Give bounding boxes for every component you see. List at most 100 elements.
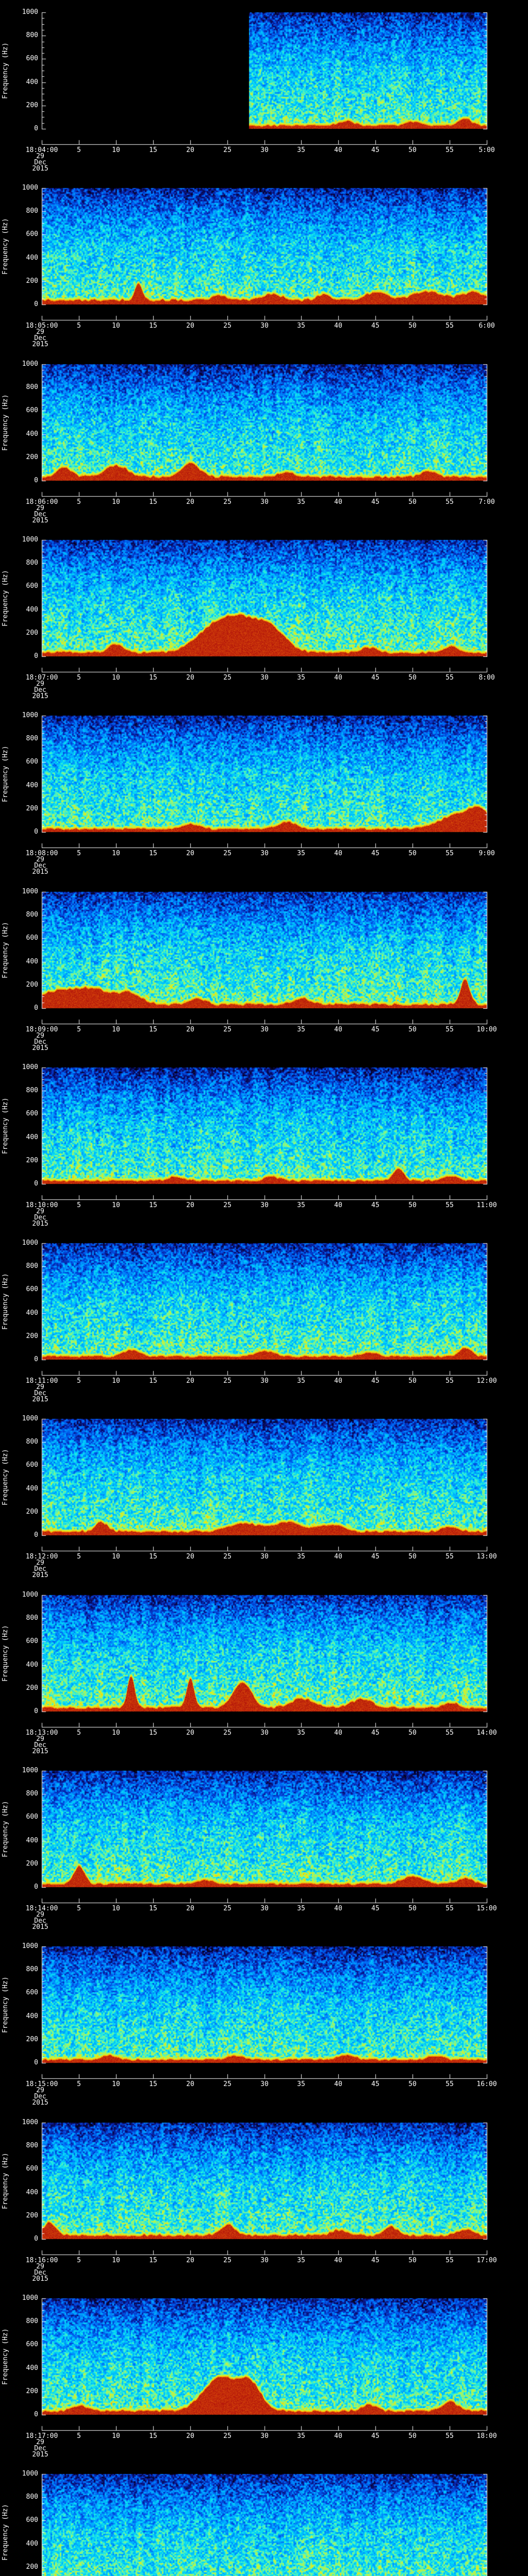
x-tick-label: 10 (112, 1201, 120, 1209)
x-tick-label: 40 (334, 498, 342, 506)
x-tick-label: 55 (446, 498, 454, 506)
x-tick-label: 45 (371, 322, 380, 330)
date-label: 2015 (32, 1044, 48, 1052)
x-tick-label: 15 (149, 1729, 157, 1737)
x-tick-label: 15 (149, 1553, 157, 1561)
frequency-axis-title: Frequency (Hz) (2, 1976, 9, 2033)
x-tick-label: 35 (297, 498, 305, 506)
x-tick-label: 35 (297, 1729, 305, 1737)
x-tick-label: 15 (149, 1905, 157, 1912)
y-tick-label: 800 (26, 1614, 38, 1622)
x-tick-label: 45 (371, 1377, 380, 1385)
x-tick-label: 55 (446, 1905, 454, 1912)
x-tick-label: 35 (297, 1026, 305, 1033)
y-tick-label: 400 (26, 2189, 38, 2196)
x-tick-label: 15 (149, 2080, 157, 2088)
y-tick-label: 400 (26, 782, 38, 789)
y-tick-label: 600 (26, 2341, 38, 2348)
date-label: 2015 (32, 341, 48, 348)
y-tick-label: 0 (34, 2235, 38, 2243)
x-tick-label: 40 (334, 2432, 342, 2440)
spectrogram-panel-2: Frequency (Hz) 0 200 400 600 800 1000 18:06:00 5… (0, 352, 528, 528)
y-tick-label: 400 (26, 1661, 38, 1669)
x-tick-label: 35 (297, 1377, 305, 1385)
x-tick-label: 20 (186, 1377, 194, 1385)
x-tick-label: 5 (77, 498, 81, 506)
x-tick-label: 20 (186, 674, 194, 682)
panel-end-time-label: 8:00 (478, 674, 495, 682)
x-tick-label: 30 (260, 1729, 269, 1737)
x-tick-label: 10 (112, 1553, 120, 1561)
x-tick-label: 20 (186, 850, 194, 857)
y-tick-label: 0 (34, 2059, 38, 2066)
x-tick-label: 5 (77, 2432, 81, 2440)
date-label: 2015 (32, 2451, 48, 2459)
y-tick-label: 400 (26, 1837, 38, 1844)
y-tick-label: 800 (26, 911, 38, 919)
x-tick-label: 5 (77, 2257, 81, 2264)
y-tick-label: 800 (26, 2317, 38, 2325)
y-tick-label: 1000 (22, 888, 38, 895)
y-tick-label: 400 (26, 958, 38, 965)
x-tick-label: 45 (371, 1201, 380, 1209)
x-tick-label: 35 (297, 2080, 305, 2088)
y-tick-label: 600 (26, 1285, 38, 1293)
x-tick-label: 45 (371, 2080, 380, 2088)
x-tick-label: 5 (77, 2080, 81, 2088)
x-tick-label: 50 (408, 674, 417, 682)
x-tick-label: 50 (408, 850, 417, 857)
x-tick-label: 30 (260, 1377, 269, 1385)
x-tick-label: 40 (334, 674, 342, 682)
x-tick-label: 25 (223, 674, 232, 682)
x-tick-label: 25 (223, 2432, 232, 2440)
x-tick-label: 50 (408, 146, 417, 154)
x-tick-label: 20 (186, 498, 194, 506)
spectrogram-panel-14: Frequency (Hz)0200400600800100018:18:005… (0, 2462, 528, 2576)
x-tick-label: 55 (446, 1377, 454, 1385)
x-tick-label: 35 (297, 1905, 305, 1912)
x-tick-label: 35 (297, 1201, 305, 1209)
y-tick-label: 1000 (22, 1239, 38, 1247)
y-tick-label: 1000 (22, 1063, 38, 1071)
y-tick-label: 0 (34, 1004, 38, 1012)
y-tick-label: 600 (26, 2516, 38, 2524)
y-tick-label: 800 (26, 1087, 38, 1094)
y-tick-label: 400 (26, 2364, 38, 2372)
y-tick-label: 400 (26, 1309, 38, 1317)
x-tick-label: 35 (297, 1553, 305, 1561)
x-tick-label: 50 (408, 2432, 417, 2440)
x-tick-label: 25 (223, 146, 232, 154)
spectrogram-panel-7: Frequency (Hz) 0 200 400 600 800 1000 18:11:00 5… (0, 1231, 528, 1406)
x-tick-label: 15 (149, 850, 157, 857)
y-tick-label: 200 (26, 981, 38, 989)
y-tick-label: 600 (26, 1989, 38, 1996)
x-tick-label: 40 (334, 1026, 342, 1033)
y-tick-label: 0 (34, 125, 38, 132)
x-tick-label: 10 (112, 1905, 120, 1912)
x-tick-label: 40 (334, 2080, 342, 2088)
x-tick-label: 45 (371, 674, 380, 682)
x-tick-label: 40 (334, 850, 342, 857)
spectrogram-panel-10: Frequency (Hz) 0 200 400 600 800 1000 18:14:00 5… (0, 1758, 528, 1934)
y-tick-label: 0 (34, 1707, 38, 1715)
frequency-axis-title: Frequency (Hz) (2, 2504, 9, 2561)
x-tick-label: 5 (77, 146, 81, 154)
frequency-axis-title: Frequency (Hz) (2, 1273, 9, 1330)
spectrogram-panel-6: Frequency (Hz) 0 200 400 600 800 1000 18:10:00 5… (0, 1055, 528, 1231)
y-tick-label: 800 (26, 207, 38, 215)
y-tick-label: 400 (26, 2540, 38, 2548)
frequency-axis-title: Frequency (Hz) (2, 570, 9, 626)
x-tick-label: 15 (149, 674, 157, 682)
panel-end-time-label: 5:00 (478, 146, 495, 154)
x-tick-label: 55 (446, 850, 454, 857)
date-label: 2015 (32, 1571, 48, 1579)
x-tick-label: 30 (260, 2257, 269, 2264)
frequency-axis-title: Frequency (Hz) (2, 1625, 9, 1682)
y-tick-label: 400 (26, 1133, 38, 1141)
y-tick-label: 200 (26, 2563, 38, 2571)
x-tick-label: 25 (223, 850, 232, 857)
y-tick-label: 600 (26, 1813, 38, 1821)
x-tick-label: 25 (223, 1905, 232, 1912)
y-tick-label: 600 (26, 2165, 38, 2173)
x-tick-label: 30 (260, 1905, 269, 1912)
